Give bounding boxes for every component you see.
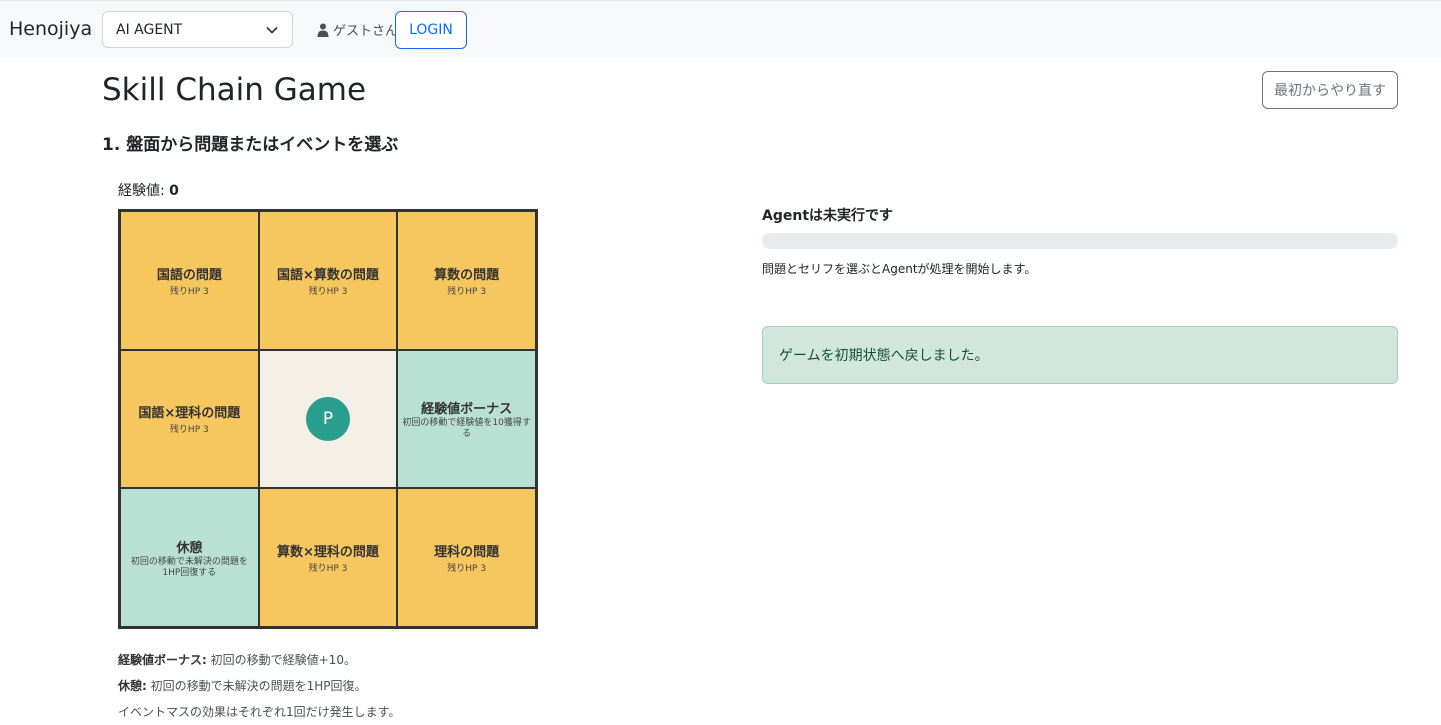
status-alert: ゲームを初期状態へ戻しました。 (762, 326, 1398, 384)
cell-description: 初回の移動で未解決の問題を1HP回復する (130, 556, 248, 578)
cell-title: 休憩 (176, 540, 203, 556)
experience-label: 経験値: (118, 183, 165, 199)
agent-status: Agentは未実行です (762, 208, 894, 224)
navbar: Henojiya AI AGENT ゲストさん LOGIN (0, 0, 1441, 57)
reset-button[interactable]: 最初からやり直す (1262, 71, 1398, 109)
agent-description: 問題とセリフを選ぶとAgentが処理を開始します。 (762, 262, 1037, 276)
cell-description: 初回の移動で経験値を10獲得する (402, 417, 531, 439)
event-notes: 経験値ボーナス: 初回の移動で経験値+10。 休憩: 初回の移動で未解決の問題を… (118, 647, 400, 725)
board-cell[interactable]: 理科の問題 残りHP 3 (397, 488, 536, 627)
cell-title: 国語の問題 (156, 267, 222, 283)
cell-title: 経験値ボーナス (421, 401, 513, 417)
board-cell-event[interactable]: 経験値ボーナス 初回の移動で経験値を10獲得する (397, 349, 536, 489)
game-board: 国語の問題 残りHP 3 国語×算数の問題 残りHP 3 算数の問題 残りHP … (118, 209, 538, 629)
cell-title: 国語×理科の問題 (138, 406, 241, 422)
experience-display: 経験値: 0 (118, 180, 179, 200)
cell-hp: 残りHP 3 (308, 564, 348, 575)
board-cell[interactable]: 算数×理科の問題 残りHP 3 (258, 488, 398, 627)
login-button[interactable]: LOGIN (395, 11, 467, 49)
board-cell[interactable]: 国語×算数の問題 残りHP 3 (258, 211, 398, 350)
user-icon (317, 23, 329, 37)
note-bonus-label: 経験値ボーナス: (118, 653, 207, 667)
agent-select[interactable]: AI AGENT (102, 11, 293, 48)
experience-value: 0 (169, 183, 179, 199)
note-bonus-text: 初回の移動で経験値+10。 (206, 653, 356, 667)
cell-title: 国語×算数の問題 (277, 267, 379, 283)
cell-title: 理科の問題 (434, 545, 500, 561)
board-cell-event[interactable]: 休憩 初回の移動で未解決の問題を1HP回復する (120, 488, 259, 627)
cell-hp: 残りHP 3 (308, 286, 348, 297)
chevron-down-icon (266, 27, 278, 34)
agent-progress-bar (762, 233, 1398, 249)
user-info: ゲストさん (317, 20, 398, 39)
alert-message: ゲームを初期状態へ戻しました。 (779, 348, 989, 364)
board-cell-player[interactable]: P (258, 349, 398, 489)
step-heading: 1. 盤面から問題またはイベントを選ぶ (102, 135, 399, 155)
page-title: Skill Chain Game (102, 72, 367, 108)
board-cell[interactable]: 国語の問題 残りHP 3 (120, 211, 259, 350)
user-name: ゲストさん (333, 24, 399, 39)
cell-hp: 残りHP 3 (169, 425, 209, 436)
cell-title: 算数の問題 (434, 267, 500, 283)
cell-title: 算数×理科の問題 (277, 545, 379, 561)
player-token: P (305, 396, 350, 441)
note-rest-text: 初回の移動で未解決の問題を1HP回復。 (146, 679, 367, 693)
agent-select-value: AI AGENT (116, 22, 183, 38)
note-rest: 休憩: 初回の移動で未解決の問題を1HP回復。 (118, 673, 400, 699)
brand-logo[interactable]: Henojiya (9, 18, 92, 40)
note-bonus: 経験値ボーナス: 初回の移動で経験値+10。 (118, 647, 400, 673)
cell-hp: 残りHP 3 (447, 286, 487, 297)
note-once: イベントマスの効果はそれぞれ1回だけ発生します。 (118, 705, 401, 719)
note-rest-label: 休憩: (118, 679, 147, 693)
board-cell[interactable]: 算数の問題 残りHP 3 (397, 211, 536, 350)
cell-hp: 残りHP 3 (169, 286, 209, 297)
cell-hp: 残りHP 3 (447, 564, 487, 575)
board-cell[interactable]: 国語×理科の問題 残りHP 3 (120, 349, 259, 489)
